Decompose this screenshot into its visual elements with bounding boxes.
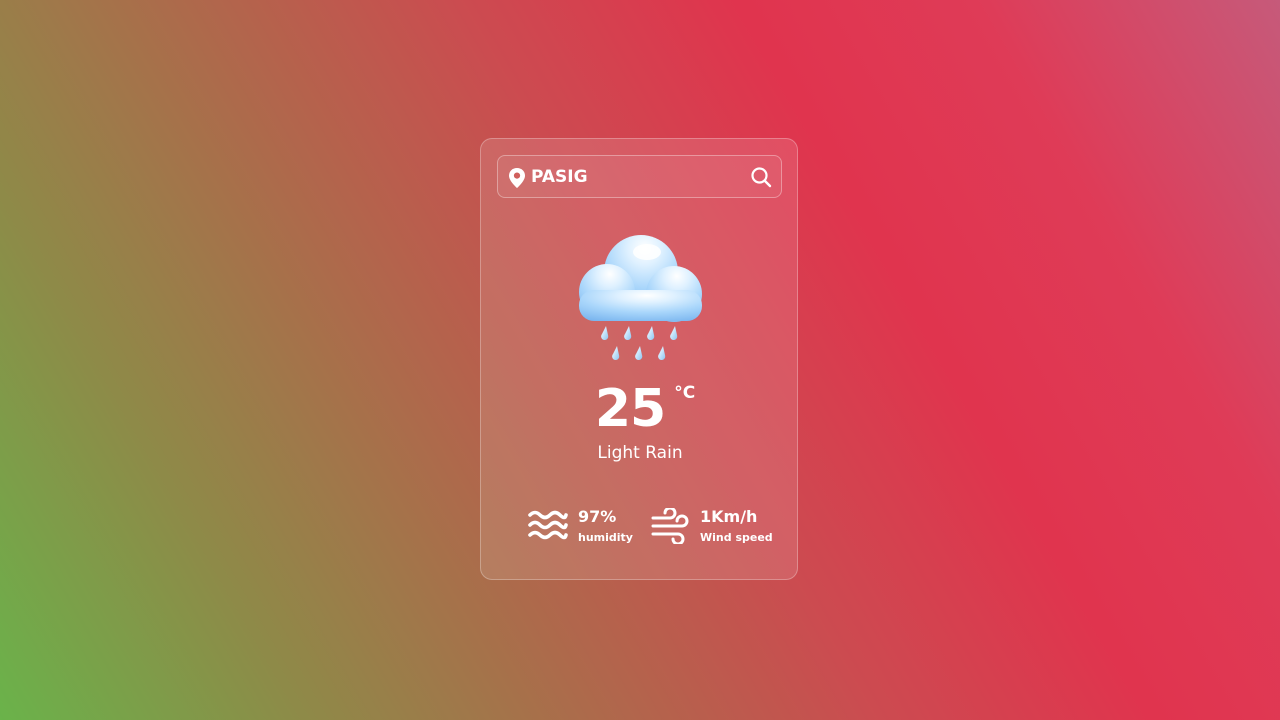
waves-icon	[528, 510, 568, 540]
cloud	[579, 235, 702, 322]
city-search-input[interactable]	[531, 162, 736, 192]
temperature-value: 25	[594, 379, 666, 439]
wind-icon	[651, 508, 689, 544]
location-pin-icon	[509, 168, 525, 188]
wind-value: 1Km/h	[700, 507, 758, 526]
weather-card: 25 °C Light Rain 97% humidity 1Km/h Wind…	[480, 138, 798, 580]
temperature-unit: °C	[674, 383, 696, 403]
search-icon[interactable]	[749, 165, 773, 189]
wind-label: Wind speed	[700, 531, 773, 544]
temperature-container: 25 °C	[594, 379, 695, 439]
weather-description: Light Rain	[597, 443, 683, 463]
humidity-label: humidity	[578, 531, 633, 544]
temperature-display: 25 °C	[481, 379, 799, 439]
raindrops	[601, 326, 678, 360]
humidity-value: 97%	[578, 507, 617, 526]
search-box	[497, 155, 782, 198]
rain-cloud-icon	[579, 235, 702, 360]
